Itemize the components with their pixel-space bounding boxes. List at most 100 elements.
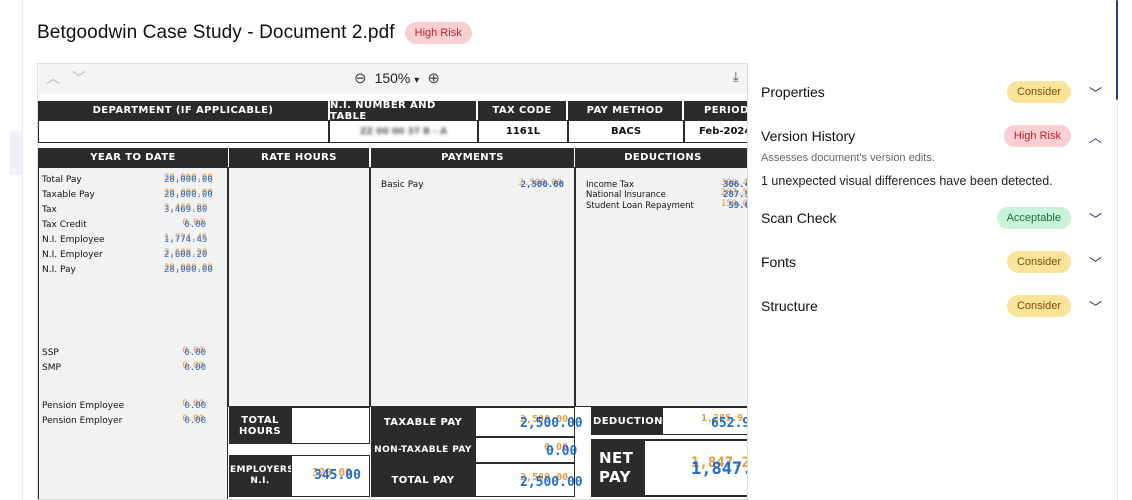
section-structure[interactable]: Structure Consider ﹀	[761, 284, 1106, 328]
deductions-total-label: DEDUCTIONS	[591, 407, 670, 435]
deductions-total-value: 652.9	[711, 416, 748, 431]
version-history-badge: High Risk	[1003, 125, 1071, 147]
header-ni-number: N.I. NUMBER AND TABLE	[330, 100, 476, 122]
non-taxable-pay-value: 0.00	[546, 444, 578, 459]
total-pay-label: TOTAL PAY	[371, 463, 475, 497]
next-page-icon[interactable]: ﹀	[72, 68, 86, 88]
value-ni-number: ZZ 00 00 37 B - A	[329, 120, 478, 143]
value-period: Feb-2024	[684, 120, 747, 143]
value-tax-code: 1161L	[478, 120, 568, 143]
taxable-pay-box: 2,500.00 2,500.00	[475, 407, 583, 437]
ytd-value: 0.00	[184, 363, 206, 373]
total-pay-value: 2,500.00	[520, 475, 583, 490]
zoom-level[interactable]: 150% ▾	[375, 70, 420, 86]
employers-ni-box: 320.00 345.00	[291, 455, 370, 497]
header-period: PERIOD	[684, 101, 747, 120]
sidebar-indicator	[10, 131, 22, 175]
section-properties[interactable]: Properties Consider ﹀	[761, 70, 1106, 114]
ytd-label: N.I. Pay	[42, 265, 76, 275]
net-pay-box: 1,847.2 1,847.1	[643, 439, 747, 497]
total-hours-value	[291, 407, 370, 444]
ytd-label: SSP	[42, 348, 59, 358]
page-header: Betgoodwin Case Study - Document 2.pdf H…	[37, 19, 472, 47]
rate-hours-panel	[228, 167, 370, 407]
scrollbar-track[interactable]	[1117, 100, 1118, 500]
deduction-label: National Insurance	[586, 190, 666, 200]
taxable-pay-label: TAXABLE PAY	[371, 407, 475, 437]
header-rate-hours: RATE HOURS	[229, 148, 369, 167]
properties-title: Properties	[761, 84, 825, 100]
header-ytd: YEAR TO DATE	[38, 148, 228, 167]
section-fonts[interactable]: Fonts Consider ﹀	[761, 240, 1106, 284]
scan-check-title: Scan Check	[761, 210, 837, 226]
zoom-out-icon[interactable]: ⊖	[354, 69, 367, 87]
section-version-history[interactable]: Version History High Risk ︿	[761, 114, 1106, 158]
overall-risk-badge: High Risk	[404, 22, 472, 44]
net-pay-value: 1,847.1	[691, 459, 747, 479]
ytd-panel	[38, 167, 228, 499]
ytd-label: Pension Employer	[42, 416, 123, 426]
payment-label: Basic Pay	[381, 180, 424, 190]
scrollbar-thumb[interactable]	[1116, 0, 1118, 100]
ytd-value: 28,000.00	[164, 190, 213, 200]
header-tax-code: TAX CODE	[478, 101, 566, 120]
header-department: DEPARTMENT (IF APPLICABLE)	[38, 101, 328, 120]
ytd-label: SMP	[42, 363, 61, 373]
fonts-badge: Consider	[1006, 251, 1071, 273]
deduction-label: Student Loan Repayment	[586, 201, 694, 211]
structure-badge: Consider	[1006, 295, 1071, 317]
version-history-title: Version History	[761, 128, 856, 144]
analysis-panel: Properties Consider ﹀ Version History Hi…	[761, 70, 1106, 328]
employers-ni-label: EMPLOYERS N.I.	[229, 455, 294, 497]
ytd-value: 28,000.00	[164, 265, 213, 275]
ytd-value: 0.00	[184, 348, 206, 358]
ytd-label: Pension Employee	[42, 401, 125, 411]
ytd-label: Taxable Pay	[42, 190, 95, 200]
ytd-label: N.I. Employee	[42, 235, 105, 245]
viewer-toolbar: ︿ ﹀ ⊖ 150% ▾ ⊕ ⤓	[38, 64, 747, 94]
deduction-label: Income Tax	[586, 180, 635, 190]
properties-badge: Consider	[1006, 81, 1071, 103]
ytd-value: 0.00	[184, 416, 206, 426]
ytd-label: N.I. Employer	[42, 250, 103, 260]
ytd-label: Tax Credit	[42, 220, 87, 230]
zoom-in-icon[interactable]: ⊕	[427, 69, 440, 87]
net-pay-label: NET PAY	[591, 439, 643, 497]
payments-panel	[370, 167, 575, 407]
chevron-down-icon[interactable]: ﹀	[1089, 253, 1102, 272]
chevron-down-icon[interactable]: ﹀	[1089, 209, 1102, 228]
non-taxable-pay-box: 0.00 0.00	[475, 437, 578, 463]
ytd-value: 2,608.20	[164, 250, 208, 260]
left-divider	[22, 0, 23, 500]
fonts-title: Fonts	[761, 254, 797, 270]
ytd-label: Total Pay	[42, 175, 82, 185]
previous-page-icon[interactable]: ︿	[46, 68, 60, 88]
chevron-down-icon[interactable]: ﹀	[1089, 83, 1102, 102]
structure-title: Structure	[761, 298, 818, 314]
chevron-up-icon[interactable]: ︿	[1089, 127, 1102, 146]
employers-ni-value: 345.00	[314, 468, 361, 483]
ytd-value: 1,774.45	[164, 235, 208, 245]
non-taxable-pay-label: NON-TAXABLE PAY	[371, 437, 475, 463]
header-payments: PAYMENTS	[371, 148, 574, 167]
page-title: Betgoodwin Case Study - Document 2.pdf	[37, 22, 395, 43]
section-scan-check[interactable]: Scan Check Acceptable ﹀	[761, 196, 1106, 240]
payslip-document: DEPARTMENT (IF APPLICABLE) N.I. NUMBER A…	[38, 94, 748, 499]
ytd-value: 28,000.00	[164, 175, 213, 185]
version-history-detail: 1 unexpected visual differences have bee…	[761, 174, 1053, 188]
total-hours-label: TOTAL HOURS	[229, 407, 291, 444]
scan-check-badge: Acceptable	[996, 207, 1071, 229]
deduction-value: 59.0	[728, 201, 748, 211]
total-pay-box: 2,500.00 2,500.00	[475, 463, 583, 497]
deductions-total-box: 1,285.9 652.9	[662, 407, 748, 435]
pdf-viewer[interactable]: ︿ ﹀ ⊖ 150% ▾ ⊕ ⤓ DEPARTMENT (IF APPLICAB…	[37, 63, 748, 500]
payment-value: 2,500.00	[520, 180, 564, 190]
ytd-label: Tax	[42, 205, 57, 215]
value-pay-method: BACS	[568, 120, 684, 143]
ytd-value: 3,469.80	[164, 205, 208, 215]
header-deductions: DEDUCTIONS	[575, 148, 747, 167]
chevron-down-icon[interactable]: ﹀	[1089, 297, 1102, 316]
download-icon[interactable]: ⤓	[733, 68, 739, 85]
taxable-pay-value: 2,500.00	[520, 416, 583, 431]
ytd-value: 0.00	[184, 401, 206, 411]
